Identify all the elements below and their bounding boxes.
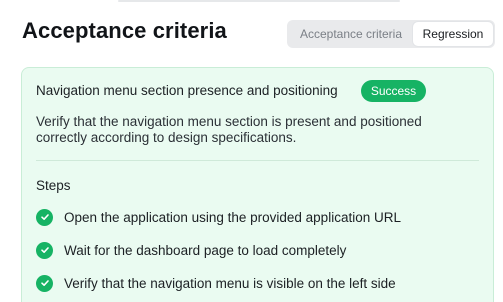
steps-heading: Steps bbox=[36, 178, 71, 193]
status-badge: Success bbox=[361, 80, 426, 102]
step-text: Open the application using the provided … bbox=[64, 209, 401, 225]
criterion-title: Navigation menu section presence and pos… bbox=[36, 83, 338, 98]
top-divider bbox=[118, 0, 400, 2]
step-item: Verify that the navigation menu is visib… bbox=[36, 273, 396, 293]
step-text: Verify that the navigation menu is visib… bbox=[64, 275, 396, 291]
acceptance-criteria-panel: Acceptance criteria Acceptance criteria … bbox=[0, 0, 503, 302]
divider bbox=[36, 160, 479, 161]
view-toggle: Acceptance criteria Regression bbox=[287, 20, 495, 48]
check-circle-icon bbox=[36, 241, 53, 259]
step-item: Open the application using the provided … bbox=[36, 207, 401, 227]
check-circle-icon bbox=[36, 274, 53, 292]
page-title: Acceptance criteria bbox=[22, 18, 227, 43]
criterion-card: Navigation menu section presence and pos… bbox=[21, 67, 494, 302]
step-item: Wait for the dashboard page to load comp… bbox=[36, 240, 346, 260]
check-circle-icon bbox=[36, 208, 53, 226]
tab-regression[interactable]: Regression bbox=[413, 22, 493, 46]
tab-acceptance-criteria[interactable]: Acceptance criteria bbox=[289, 22, 413, 46]
criterion-description: Verify that the navigation menu section … bbox=[36, 114, 422, 145]
step-text: Wait for the dashboard page to load comp… bbox=[64, 242, 347, 258]
